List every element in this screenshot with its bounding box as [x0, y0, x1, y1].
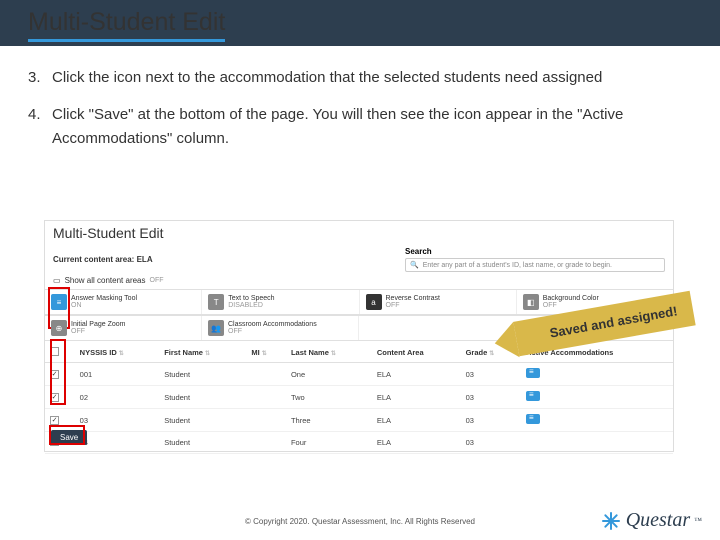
row-checkbox[interactable]: ✓ — [50, 370, 59, 379]
instruction-step-4: Click "Save" at the bottom of the page. … — [28, 103, 692, 150]
cell-first: Student — [159, 363, 246, 386]
cell-mi — [246, 409, 286, 432]
cell-active — [521, 386, 673, 409]
cell-area: ELA — [372, 432, 461, 454]
tts-icon: T — [208, 294, 224, 310]
cell-grade: 03 — [461, 386, 521, 409]
accom-text-to-speech[interactable]: T Text to SpeechDISABLED — [202, 290, 359, 314]
show-all-toggle[interactable]: ▭ Show all content areas OFF — [45, 276, 673, 289]
cell-grade: 03 — [461, 432, 521, 454]
cell-last: Two — [286, 386, 372, 409]
active-accommodation-icon — [526, 414, 540, 424]
save-button[interactable]: Save — [51, 430, 87, 445]
logo-burst-icon — [600, 510, 622, 532]
cell-last: Four — [286, 432, 372, 454]
toggle-icon: ▭ — [53, 276, 61, 285]
cell-first: Student — [159, 409, 246, 432]
col-checkbox[interactable] — [45, 343, 75, 363]
screenshot-heading: Multi-Student Edit — [45, 221, 673, 245]
cell-grade: 03 — [461, 363, 521, 386]
cell-grade: 03 — [461, 409, 521, 432]
cell-area: ELA — [372, 386, 461, 409]
col-first[interactable]: First Name⇅ — [159, 343, 246, 363]
active-accommodation-icon — [526, 368, 540, 378]
search-input[interactable]: 🔍 Enter any part of a student's ID, last… — [405, 258, 665, 272]
cell-mi — [246, 432, 286, 454]
table-row: ✓ 001Student OneELA03 — [45, 363, 673, 386]
contrast-icon: a — [366, 294, 382, 310]
col-area[interactable]: Content Area — [372, 343, 461, 363]
cell-id: 03 — [75, 409, 160, 432]
content-area-label: Current content area: ELA — [53, 255, 153, 264]
search-icon: 🔍 — [410, 261, 419, 269]
instruction-list: Click the icon next to the accommodation… — [28, 66, 692, 164]
row-checkbox[interactable]: ✓ — [50, 393, 59, 402]
table-row: ✓03StudentThreeELA03 — [45, 409, 673, 432]
cell-id: 02 — [75, 386, 160, 409]
accom-answer-masking[interactable]: ≡ Answer Masking ToolON — [45, 290, 202, 314]
cell-area: ELA — [372, 363, 461, 386]
cell-first: Student — [159, 432, 246, 454]
cell-last: Three — [286, 409, 372, 432]
cell-active — [521, 432, 673, 454]
questar-logo: Questar™ — [600, 509, 702, 532]
cell-id: 001 — [75, 363, 160, 386]
answer-masking-icon: ≡ — [51, 294, 67, 310]
table-row: ✓ 02Student TwoELA03 — [45, 386, 673, 409]
col-last[interactable]: Last Name⇅ — [286, 343, 372, 363]
cell-active — [521, 363, 673, 386]
accom-classroom[interactable]: 👥 Classroom AccommodationsOFF — [202, 316, 359, 340]
instruction-step-3: Click the icon next to the accommodation… — [28, 66, 692, 89]
table-row: 04Student FourELA03 — [45, 432, 673, 454]
col-nyssis[interactable]: NYSSIS ID⇅ — [75, 343, 160, 363]
accom-reverse-contrast[interactable]: a Reverse ContrastOFF — [360, 290, 517, 314]
accom-initial-zoom[interactable]: ⊕ Initial Page ZoomOFF — [45, 316, 202, 340]
slide-title: Multi-Student Edit — [28, 8, 225, 42]
row-checkbox[interactable]: ✓ — [50, 416, 59, 425]
cell-mi — [246, 363, 286, 386]
cell-mi — [246, 386, 286, 409]
cell-last: One — [286, 363, 372, 386]
cell-first: Student — [159, 386, 246, 409]
cell-area: ELA — [372, 409, 461, 432]
classroom-icon: 👥 — [208, 320, 224, 336]
cell-id: 04 — [75, 432, 160, 454]
zoom-icon: ⊕ — [51, 320, 67, 336]
student-table: NYSSIS ID⇅ First Name⇅ MI⇅ Last Name⇅ Co… — [45, 343, 673, 454]
search-label: Search — [405, 247, 665, 256]
bgcolor-icon: ◧ — [523, 294, 539, 310]
active-accommodation-icon — [526, 391, 540, 401]
col-mi[interactable]: MI⇅ — [246, 343, 286, 363]
cell-active — [521, 409, 673, 432]
